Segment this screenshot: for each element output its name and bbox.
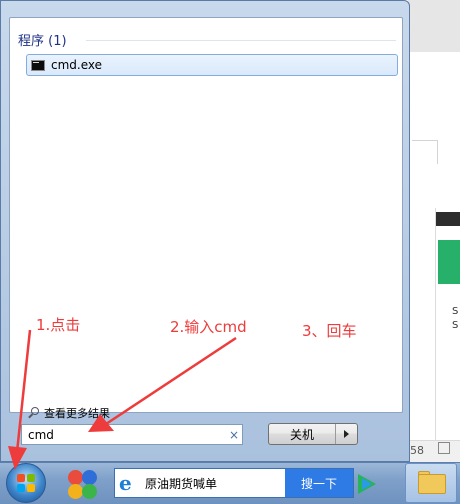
background-status-text: 58 (410, 444, 424, 457)
console-icon (31, 59, 45, 71)
start-search-input[interactable]: cmd × (21, 424, 243, 445)
background-text: S (452, 306, 459, 317)
windows-logo-icon (17, 474, 37, 494)
taskbar-app-pinwheel-icon[interactable] (66, 468, 100, 500)
taskbar-app-play-icon[interactable] (352, 470, 382, 498)
taskbar-explorer-button[interactable] (405, 463, 457, 503)
see-more-results-link[interactable]: 查看更多结果 (28, 405, 110, 421)
background-text: S (452, 320, 459, 331)
clear-search-icon[interactable]: × (226, 428, 242, 442)
result-item-label: cmd.exe (51, 58, 103, 72)
background-divider (412, 140, 438, 141)
shutdown-options-button[interactable] (335, 424, 357, 444)
annotation-step1: 1.点击 (36, 316, 81, 334)
search-input-value: cmd (28, 427, 54, 442)
taskbar-web-search: e 原油期货喊单 搜一下 (114, 468, 354, 498)
search-results-pane: 程序 (1) cmd.exe 查看更多结果 (9, 17, 403, 420)
shutdown-button-group: 关机 (268, 423, 358, 445)
group-divider (86, 40, 396, 41)
search-icon (28, 407, 40, 419)
background-app-icon (438, 240, 460, 284)
internet-explorer-icon: e (119, 471, 132, 495)
folder-icon (418, 474, 446, 494)
start-button[interactable] (6, 463, 46, 503)
background-divider (437, 140, 438, 164)
taskbar-search-button[interactable]: 搜一下 (285, 469, 353, 497)
background-app-icon (436, 212, 460, 226)
background-status-icon (438, 442, 450, 454)
results-group-header[interactable]: 程序 (1) (18, 30, 67, 49)
annotation-step3: 3、回车 (302, 322, 357, 340)
shutdown-button[interactable]: 关机 (269, 426, 335, 443)
chevron-right-icon (344, 430, 349, 438)
result-item-cmd[interactable]: cmd.exe (26, 54, 398, 76)
start-menu: 程序 (1) cmd.exe 查看更多结果 cmd × 关机 (0, 0, 410, 462)
taskbar-search-input[interactable]: 原油期货喊单 (145, 475, 285, 492)
see-more-results-label: 查看更多结果 (44, 407, 110, 420)
annotation-step2: 2.输入cmd (170, 318, 247, 336)
background-window-titlebar (408, 0, 460, 52)
